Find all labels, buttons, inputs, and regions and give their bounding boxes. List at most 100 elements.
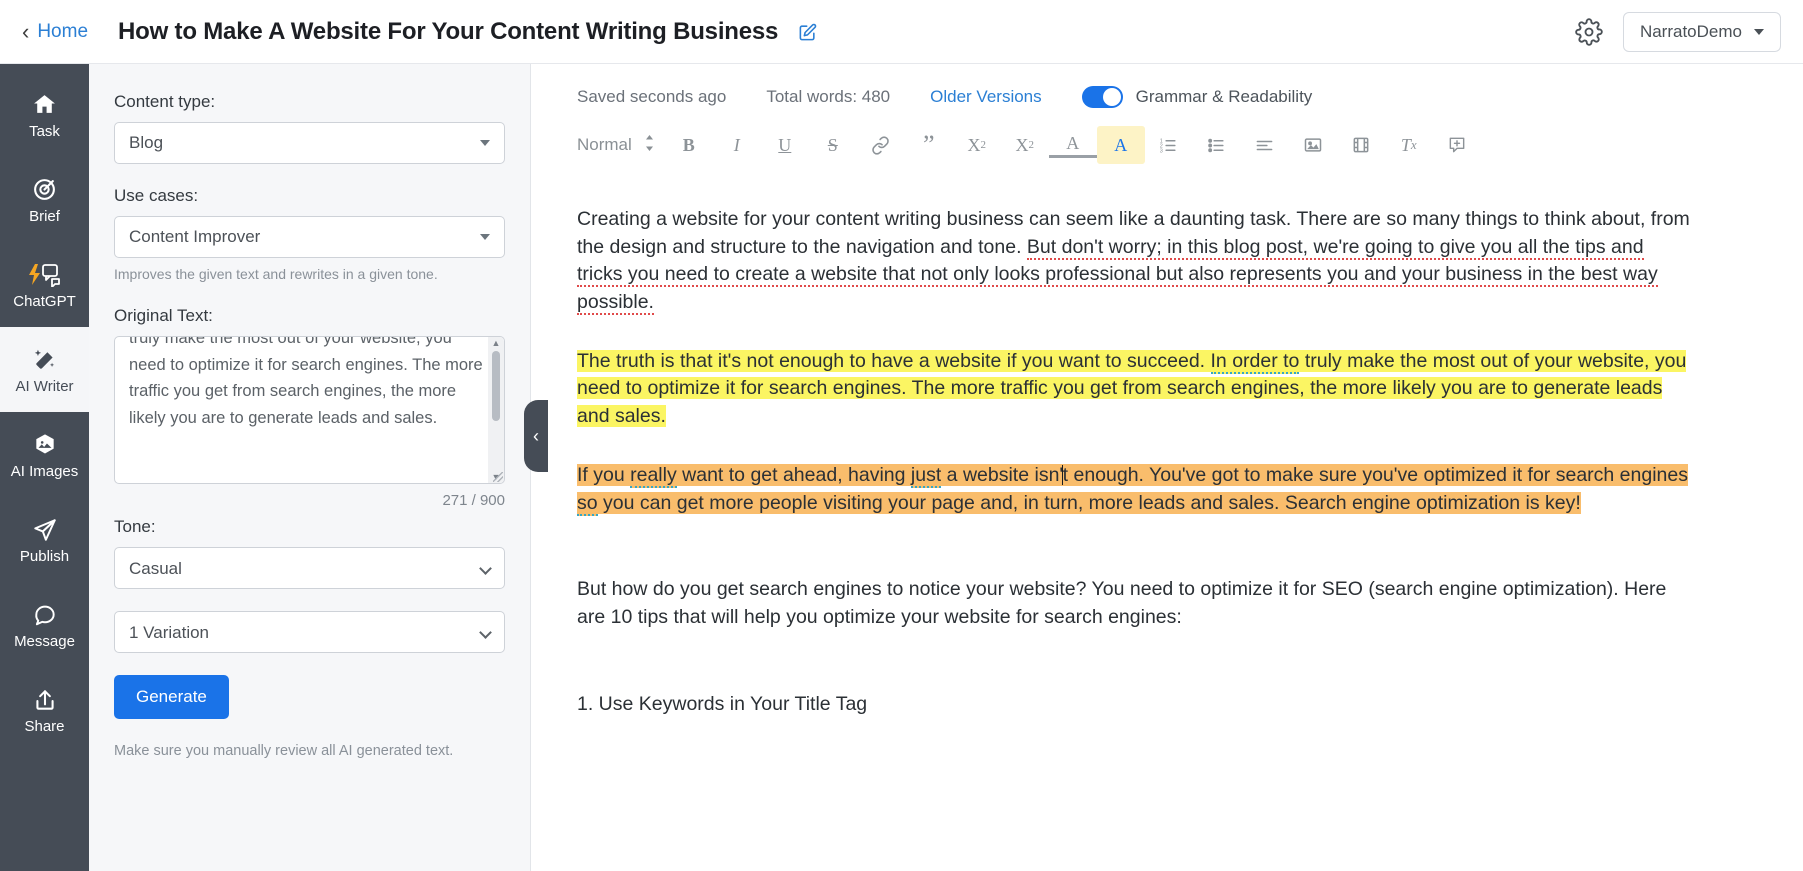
readability-suggestion-run: so [577,491,598,516]
sidebar-item-label: Message [14,632,75,650]
text-run: The truth is that it's not enough to hav… [577,349,1211,372]
topbar-right-group: NarratoDemo [1575,11,1781,52]
sidebar-item-share[interactable]: Share [0,667,89,752]
paragraph-style-dropdown[interactable]: Normal [577,134,665,157]
bold-icon[interactable]: B [665,126,713,164]
textarea-scrollbar[interactable]: ▲ ▼ [488,337,504,483]
chevron-down-icon [480,140,490,146]
content-type-label: Content type: [114,92,216,111]
sidebar-item-ai-images[interactable]: AI Images [0,412,89,497]
character-counter: 271 / 900 [442,492,505,509]
grammar-readability-toggle[interactable] [1081,86,1123,108]
left-nav-rail: Task Brief ChatGPT AI Writer AI Images P… [0,64,89,871]
home-back-link[interactable]: ‹ Home [22,18,88,44]
add-comment-icon[interactable] [1433,126,1481,164]
insert-video-icon[interactable] [1337,126,1385,164]
account-menu-button[interactable]: NarratoDemo [1622,11,1781,52]
home-icon [32,91,57,119]
scrollbar-thumb[interactable] [492,351,500,421]
sidebar-item-message[interactable]: Message [0,582,89,667]
underline-icon[interactable]: U [761,126,809,164]
paper-plane-icon [32,516,58,544]
svg-text:3: 3 [1160,148,1163,154]
text-run: 1. Use Keywords in Your Title Tag [577,692,868,715]
chevron-left-icon: ‹ [22,18,30,44]
tone-select[interactable]: Casual [114,547,505,589]
document-content[interactable]: Creating a website for your content writ… [531,164,1803,718]
align-icon[interactable] [1241,126,1289,164]
panel-collapse-handle[interactable]: ‹ [524,400,548,472]
text-run: If you [577,463,631,486]
ai-writer-panel: Content type: Blog Use cases: Content Im… [89,64,531,871]
variation-select-wrapper: 1 Variation [114,611,505,653]
gear-icon[interactable] [1575,17,1603,46]
bullet-list-icon[interactable] [1193,126,1241,164]
textarea-resize-grip[interactable] [493,472,503,482]
highlight-color-icon[interactable]: A [1096,126,1145,164]
word-count-label: Total words: 480 [766,87,891,106]
document-paragraph[interactable]: 1. Use Keywords in Your Title Tag [577,691,1693,719]
readability-suggestion-run: just [910,463,942,488]
use-cases-value: Content Improver [129,227,261,246]
speech-bubble-icon [32,601,58,629]
style-dropdown-caret-icon [644,134,655,157]
use-cases-label: Use cases: [114,186,199,205]
content-type-select[interactable]: Blog [114,122,505,164]
readability-suggestion-run: really [630,463,677,488]
use-cases-select[interactable]: Content Improver [114,216,505,258]
ordered-list-icon[interactable]: 1 2 3 [1145,126,1193,164]
older-versions-link[interactable]: Older Versions [930,87,1042,107]
document-paragraph[interactable]: Creating a website for your content writ… [577,206,1693,317]
editor-status-bar: Saved seconds ago Total words: 480 Older… [531,64,1803,108]
text-run: But how do you get search engines to not… [577,578,1667,628]
sidebar-item-publish[interactable]: Publish [0,497,89,582]
sidebar-item-label: AI Images [10,462,79,480]
page-title: How to Make A Website For Your Content W… [118,18,817,46]
grammar-toggle-label: Grammar & Readability [1135,87,1313,106]
text-color-icon[interactable]: A [1048,132,1097,158]
document-paragraph[interactable]: The truth is that it's not enough to hav… [577,348,1693,431]
sidebar-item-ai-writer[interactable]: AI Writer [0,327,89,412]
edit-pencil-icon[interactable] [798,23,817,42]
blockquote-icon[interactable]: ” [905,126,953,164]
toggle-knob [1102,88,1121,106]
sidebar-item-label: Publish [19,547,70,565]
sidebar-item-task[interactable]: Task [0,72,89,157]
use-cases-hint: Improves the given text and rewrites in … [114,266,438,282]
insert-image-icon[interactable] [1289,126,1337,164]
original-text-wrapper: truly make the most out of your website,… [114,336,505,484]
clear-formatting-icon[interactable]: Tx [1385,126,1433,164]
scroll-up-icon[interactable]: ▲ [492,337,501,349]
original-text-value: truly make the most out of your website,… [129,336,483,428]
saved-status-label: Saved seconds ago [577,87,727,106]
upload-share-icon [32,686,58,714]
ai-disclaimer-text: Make sure you manually review all AI gen… [114,743,454,759]
original-text-input[interactable]: truly make the most out of your website,… [114,336,505,484]
sidebar-item-label: ChatGPT [13,292,76,310]
chevron-left-icon: ‹ [533,425,539,446]
superscript-icon[interactable]: X2 [1001,126,1049,164]
sidebar-item-label: Share [24,717,65,735]
top-bar: ‹ Home How to Make A Website For Your Co… [0,0,1803,64]
document-paragraph[interactable]: If you really want to get ahead, having … [577,462,1693,517]
paragraph-style-label: Normal [577,135,632,154]
document-paragraph[interactable]: But how do you get search engines to not… [577,576,1693,631]
grammar-toggle-group: Grammar & Readability [1081,86,1313,108]
sidebar-item-chatgpt[interactable]: ChatGPT [0,242,89,327]
readability-suggestion-run: In order to [1210,349,1300,374]
strikethrough-icon[interactable]: S [809,126,857,164]
tone-label: Tone: [114,517,156,536]
italic-icon[interactable]: I [713,126,761,164]
variation-select[interactable]: 1 Variation [114,611,505,653]
generate-button[interactable]: Generate [114,675,229,719]
subscript-icon[interactable]: X2 [953,126,1001,164]
page-title-text: How to Make A Website For Your Content W… [118,17,779,45]
link-icon[interactable] [857,126,905,164]
content-type-value: Blog [129,133,164,152]
text-run: a website isn' [941,463,1064,486]
original-text-label: Original Text: [114,306,213,325]
account-name-label: NarratoDemo [1639,21,1742,41]
tone-select-wrapper: Casual [114,547,505,589]
sidebar-item-brief[interactable]: Brief [0,157,89,242]
